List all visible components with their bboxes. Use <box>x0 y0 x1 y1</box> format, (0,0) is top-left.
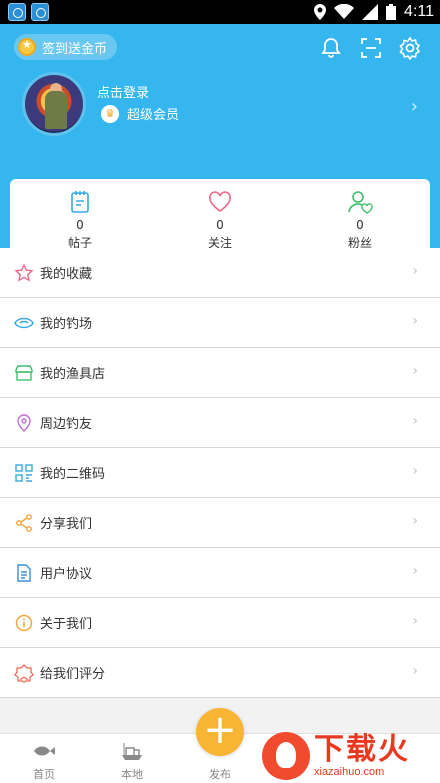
nav-home[interactable]: 首页 <box>14 740 74 782</box>
menu-item-tackle-shop[interactable]: 我的渔具店 › <box>0 348 440 398</box>
vip-badge: ♛ 超级会员 <box>101 104 179 123</box>
star-icon <box>14 262 34 282</box>
menu-item-qrcode[interactable]: 我的二维码 › <box>0 448 440 498</box>
fishing-spot-icon <box>14 317 34 328</box>
crown-icon: ♛ <box>101 104 119 123</box>
chevron-right-icon: › <box>412 513 418 529</box>
menu-label: 分享我们 <box>40 517 93 532</box>
signin-button[interactable]: 签到送金币 <box>14 34 118 60</box>
menu-label: 我的二维码 <box>40 467 106 482</box>
location-icon <box>314 4 327 20</box>
nav-label: 本地 <box>121 768 143 781</box>
gear-icon[interactable] <box>398 36 422 60</box>
chevron-right-icon: › <box>412 613 418 629</box>
signal-icon <box>362 4 379 20</box>
menu-item-user-agreement[interactable]: 用户协议 › <box>0 548 440 598</box>
chevron-right-icon: › <box>412 363 418 379</box>
user-heart-icon <box>348 191 373 214</box>
store-icon <box>15 364 33 381</box>
chevron-right-icon: › <box>412 263 418 279</box>
plus-icon: + <box>203 707 237 753</box>
menu-item-fishing-spots[interactable]: 我的钓场 › <box>0 298 440 348</box>
app-notification-icon <box>8 3 26 21</box>
battery-icon <box>386 4 397 20</box>
publish-label: 发布 <box>209 768 231 781</box>
watermark-url: xiazaihuo.com <box>314 765 385 778</box>
login-row[interactable]: 点击登录 ♛ 超级会员 › <box>0 72 440 156</box>
vip-label: 超级会员 <box>127 108 180 123</box>
fish-icon <box>34 746 55 756</box>
badge-icon <box>14 663 34 683</box>
app-notification-icon <box>31 3 49 21</box>
chevron-right-icon: › <box>412 413 418 429</box>
stat-count: 0 <box>76 218 84 232</box>
clock: 4:11 <box>404 3 434 20</box>
menu-item-about[interactable]: 关于我们 › <box>0 598 440 648</box>
boat-icon <box>122 743 142 760</box>
signin-label: 签到送金币 <box>42 41 108 57</box>
heart-icon <box>209 191 231 212</box>
menu-label: 周边钓友 <box>40 417 93 432</box>
menu-label: 我的钓场 <box>40 317 93 332</box>
menu-item-rate-us[interactable]: 给我们评分 › <box>0 648 440 698</box>
flame-logo-icon <box>262 731 310 780</box>
nav-label: 首页 <box>33 768 55 781</box>
chevron-right-icon: › <box>412 663 418 679</box>
stat-count: 0 <box>216 218 224 232</box>
info-icon <box>15 614 33 631</box>
bell-icon[interactable] <box>319 36 343 60</box>
menu-label: 用户协议 <box>40 567 93 582</box>
scan-icon[interactable] <box>359 36 383 60</box>
menu-label: 我的渔具店 <box>40 367 106 382</box>
publish-button[interactable]: + <box>196 708 244 756</box>
menu-label: 我的收藏 <box>40 267 93 282</box>
chevron-right-icon: › <box>412 463 418 479</box>
watermark-logo: 下载火 xiazaihuo.com <box>262 728 440 783</box>
settings-menu: 我的收藏 › 我的钓场 › 我的渔具店 › 周边钓友 › 我的二维码 › 分享我… <box>0 248 440 698</box>
nav-local[interactable]: 本地 <box>102 740 162 782</box>
menu-item-favorites[interactable]: 我的收藏 › <box>0 248 440 298</box>
coin-icon <box>18 38 36 56</box>
watermark-title: 下载火 <box>314 731 410 767</box>
location-pin-icon <box>17 413 31 432</box>
share-icon <box>16 513 32 532</box>
wifi-icon <box>334 4 355 19</box>
stat-count: 0 <box>356 218 364 232</box>
chevron-right-icon: › <box>412 313 418 329</box>
document-icon <box>17 563 31 582</box>
chevron-right-icon: › <box>410 96 418 117</box>
profile-header: 签到送金币 点击登录 ♛ 超级会员 › 0 帖子 <box>0 24 440 261</box>
status-bar: 4:11 <box>0 0 440 24</box>
qrcode-icon <box>15 463 33 482</box>
login-prompt[interactable]: 点击登录 <box>97 82 149 101</box>
menu-item-nearby-anglers[interactable]: 周边钓友 › <box>0 398 440 448</box>
menu-label: 给我们评分 <box>40 667 106 682</box>
notepad-icon <box>71 191 89 213</box>
avatar[interactable] <box>22 72 86 136</box>
chevron-right-icon: › <box>412 563 418 579</box>
menu-label: 关于我们 <box>40 617 93 632</box>
menu-item-share[interactable]: 分享我们 › <box>0 498 440 548</box>
